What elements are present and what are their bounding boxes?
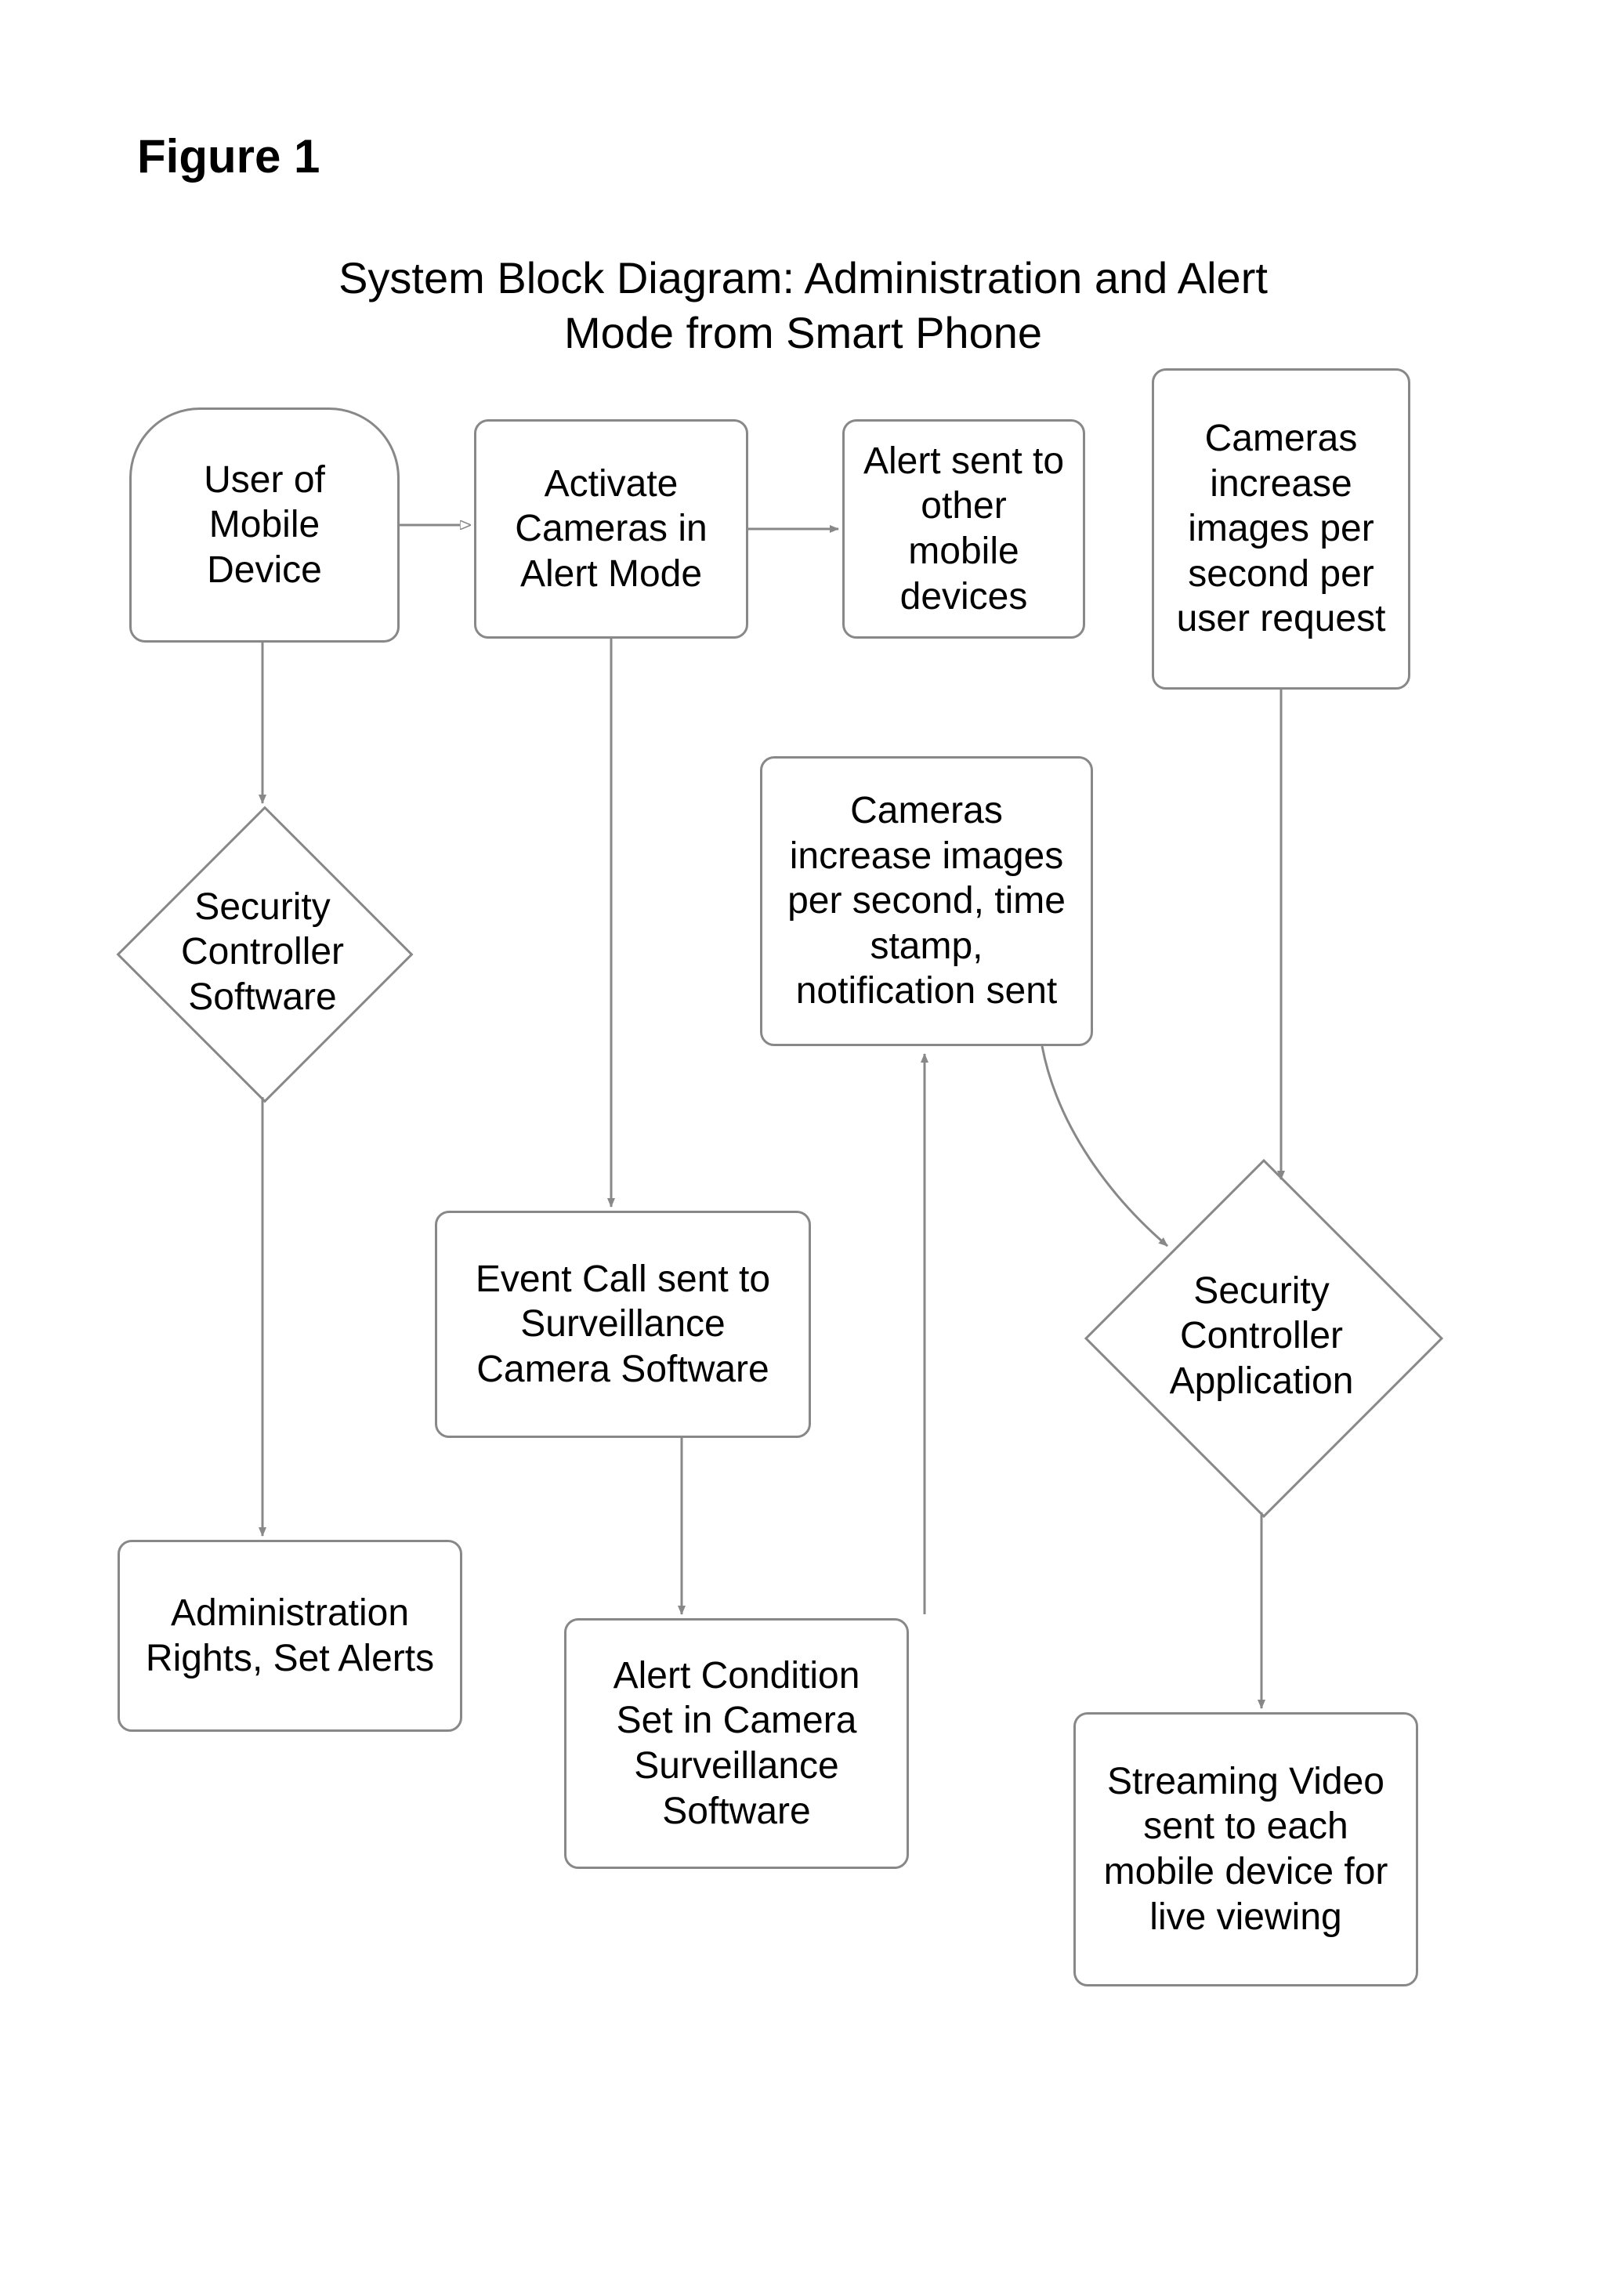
node-alert-sent: Alert sent to other mobile devices xyxy=(842,419,1085,639)
diamond-text: Security Controller Application xyxy=(1085,1160,1438,1512)
diagram-title: System Block Diagram: Administration and… xyxy=(313,251,1293,360)
title-line-2: Mode from Smart Phone xyxy=(564,308,1042,357)
node-event-call: Event Call sent to Surveillance Camera S… xyxy=(435,1211,811,1438)
node-admin-rights: Administration Rights, Set Alerts xyxy=(118,1540,462,1732)
node-cameras-increase-user-request: Cameras increase images per second per u… xyxy=(1152,368,1410,690)
diagram-page: Figure 1 System Block Diagram: Administr… xyxy=(0,0,1607,2296)
node-streaming-video: Streaming Video sent to each mobile devi… xyxy=(1073,1712,1418,1986)
node-activate-cameras: Activate Cameras in Alert Mode xyxy=(474,419,748,639)
node-security-controller-application: Security Controller Application xyxy=(1085,1160,1438,1512)
title-line-1: System Block Diagram: Administration and… xyxy=(338,253,1268,302)
node-cameras-increase-notify: Cameras increase images per second, time… xyxy=(760,756,1093,1046)
node-security-controller-software: Security Controller Software xyxy=(118,807,407,1097)
node-alert-condition: Alert Condition Set in Camera Surveillan… xyxy=(564,1618,909,1869)
node-user: User of Mobile Device xyxy=(129,407,400,643)
figure-label: Figure 1 xyxy=(137,129,320,183)
diamond-text: Security Controller Software xyxy=(118,807,407,1097)
